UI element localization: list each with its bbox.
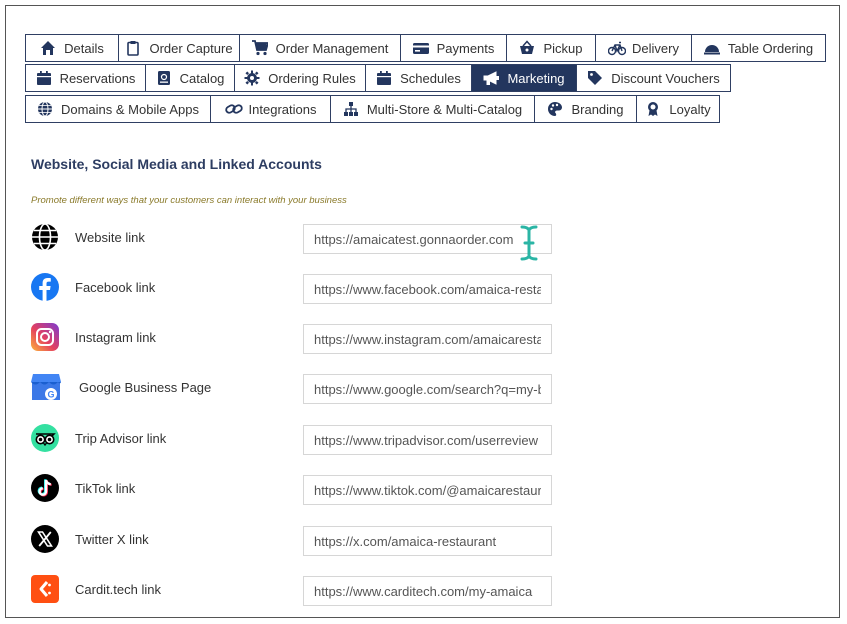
tab-details[interactable]: Details (25, 34, 119, 62)
tab-domains-mobile-apps[interactable]: Domains & Mobile Apps (25, 95, 211, 123)
tab-catalog[interactable]: Catalog (145, 64, 235, 92)
globe-icon (37, 101, 53, 117)
gear-icon (244, 70, 260, 86)
twitter-link-input[interactable] (303, 526, 552, 556)
svg-text:G: G (47, 390, 54, 400)
tab-label: Ordering Rules (268, 70, 356, 86)
twitter-link-label: Twitter X link (75, 532, 149, 547)
text-cursor-icon (519, 225, 539, 261)
twitter-link-row: Twitter X link (30, 524, 560, 556)
instagram-link-row: Instagram link (30, 322, 560, 354)
globe-icon (30, 222, 60, 252)
tripadvisor-icon (30, 423, 60, 453)
website-link-input[interactable] (303, 224, 552, 254)
google-business-label: Google Business Page (79, 380, 212, 395)
facebook-icon (30, 272, 60, 302)
google-business-row: G Google Business Page (30, 372, 560, 404)
basket-icon (519, 40, 535, 56)
section-subtitle: Promote different ways that your custome… (31, 195, 347, 206)
tiktok-icon (30, 473, 60, 503)
tiktok-link-row: TikTok link (30, 473, 560, 505)
tab-label: Branding (571, 101, 624, 117)
megaphone-icon (483, 70, 500, 86)
tabs-row-1: Details Order Capture Order Management P… (25, 34, 826, 62)
instagram-link-label: Instagram link (75, 330, 156, 345)
cart-icon (251, 40, 269, 56)
facebook-link-input[interactable] (303, 274, 552, 304)
google-business-icon: G (30, 372, 61, 402)
home-icon (40, 40, 56, 56)
credit-card-icon (412, 40, 429, 56)
tiktok-link-input[interactable] (303, 475, 552, 505)
tab-label: Catalog (179, 70, 225, 86)
palette-icon (547, 101, 563, 117)
tab-label: Integrations (248, 101, 317, 117)
tab-multi-store-multi-catalog[interactable]: Multi-Store & Multi-Catalog (330, 95, 535, 123)
instagram-link-input[interactable] (303, 324, 552, 354)
tab-discount-vouchers[interactable]: Discount Vouchers (576, 64, 731, 92)
cardit-link-label: Cardit.tech link (75, 582, 161, 597)
sitemap-icon (343, 101, 359, 117)
section-title: Website, Social Media and Linked Account… (31, 156, 322, 172)
tiktok-link-label: TikTok link (75, 481, 136, 496)
award-icon (645, 101, 661, 117)
cardit-icon (30, 574, 60, 604)
bicycle-icon (607, 40, 627, 56)
tab-label: Order Management (275, 40, 389, 56)
facebook-link-label: Facebook link (75, 280, 156, 295)
tab-marketing[interactable]: Marketing (471, 64, 577, 92)
tab-delivery[interactable]: Delivery (595, 34, 692, 62)
tab-label: Marketing (507, 70, 565, 86)
tripadvisor-link-row: Trip Advisor link (30, 423, 560, 455)
tab-label: Loyalty (669, 101, 711, 117)
tab-label: Delivery (632, 40, 679, 56)
tab-label: Discount Vouchers (611, 70, 720, 86)
tripadvisor-link-input[interactable] (303, 425, 552, 455)
website-link-row: Website link (30, 222, 560, 254)
tab-schedules[interactable]: Schedules (365, 64, 472, 92)
tab-label: Payments (436, 40, 495, 56)
x-icon (30, 524, 60, 554)
tab-reservations[interactable]: Reservations (25, 64, 146, 92)
tab-order-capture[interactable]: Order Capture (118, 34, 240, 62)
settings-panel: Details Order Capture Order Management P… (5, 5, 840, 618)
tab-order-management[interactable]: Order Management (239, 34, 401, 62)
tab-label: Pickup (543, 40, 583, 56)
book-icon (156, 70, 172, 86)
tab-loyalty[interactable]: Loyalty (636, 95, 720, 123)
website-link-label: Website link (75, 230, 145, 245)
tab-label: Reservations (59, 70, 136, 86)
calendar-icon (376, 70, 392, 86)
tab-integrations[interactable]: Integrations (210, 95, 331, 123)
calendar-icon (36, 70, 52, 86)
facebook-link-row: Facebook link (30, 272, 560, 304)
tab-payments[interactable]: Payments (400, 34, 507, 62)
tags-icon (587, 70, 603, 86)
cloche-icon (703, 40, 720, 56)
tab-table-ordering[interactable]: Table Ordering (691, 34, 826, 62)
tab-branding[interactable]: Branding (534, 95, 637, 123)
google-business-input[interactable] (303, 374, 552, 404)
cardit-link-row: Cardit.tech link (30, 574, 560, 606)
tripadvisor-link-label: Trip Advisor link (75, 431, 167, 446)
tabs-row-3: Domains & Mobile Apps Integrations Multi… (25, 95, 720, 123)
tab-label: Domains & Mobile Apps (60, 101, 199, 117)
tab-label: Schedules (400, 70, 461, 86)
tabs-row-2: Reservations Catalog Ordering Rules Sche… (25, 64, 731, 92)
cardit-link-input[interactable] (303, 576, 552, 606)
clipboard-icon (125, 40, 141, 56)
tab-label: Multi-Store & Multi-Catalog (366, 101, 523, 117)
tab-label: Table Ordering (727, 40, 814, 56)
tab-pickup[interactable]: Pickup (506, 34, 596, 62)
tab-label: Details (64, 40, 104, 56)
tab-ordering-rules[interactable]: Ordering Rules (234, 64, 366, 92)
link-icon (224, 101, 243, 117)
tab-label: Order Capture (149, 40, 233, 56)
instagram-icon (30, 322, 60, 352)
